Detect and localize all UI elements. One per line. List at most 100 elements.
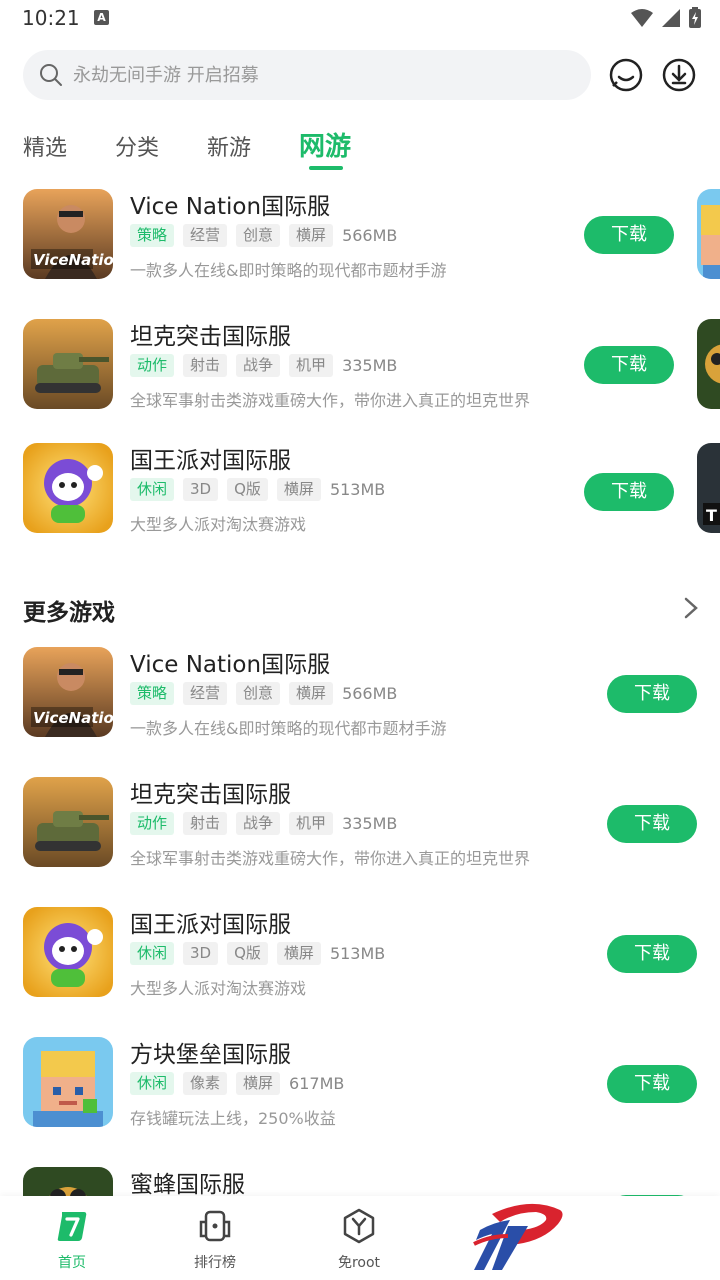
tab-categories[interactable]: 分类 (115, 130, 159, 162)
chevron-right-icon[interactable] (680, 596, 702, 620)
block-fortress-icon (23, 1037, 113, 1127)
tab-featured[interactable]: 精选 (23, 130, 67, 162)
featured-app-row[interactable]: ViceNation Vice Nation国际服 策略 经营 创意 横屏 56… (0, 189, 720, 299)
app-size: 617MB (289, 1073, 345, 1093)
app-name: 国王派对国际服 (130, 912, 291, 938)
tag: 机甲 (289, 353, 334, 377)
battery-icon (689, 7, 701, 28)
next-page-peek-shooter[interactable]: T (697, 443, 720, 533)
app-name: 坦克突击国际服 (130, 782, 291, 808)
download-button[interactable]: 下载 (584, 216, 674, 254)
tank-icon (23, 777, 113, 867)
download-button[interactable]: 下载 (607, 1065, 697, 1103)
tab-active-indicator (309, 166, 343, 170)
tag-list: 休闲 像素 横屏 617MB (130, 1071, 344, 1095)
tag: 机甲 (289, 811, 334, 835)
tag: 休闲 (130, 477, 175, 501)
featured-app-row[interactable]: 国王派对国际服 休闲 3D Q版 横屏 513MB 大型多人派对淘汰赛游戏 下载 (0, 443, 720, 553)
app-size: 566MB (342, 683, 398, 703)
tag: 横屏 (289, 223, 334, 247)
tag: 创意 (236, 681, 281, 705)
tag: 横屏 (236, 1071, 281, 1095)
tab-new-games[interactable]: 新游 (207, 130, 251, 162)
app-size: 335MB (342, 355, 398, 375)
app-description: 大型多人派对淘汰赛游戏 (130, 515, 307, 534)
list-item[interactable]: 坦克突击国际服 动作 射击 战争 机甲 335MB 全球军事射击类游戏重磅大作，… (0, 777, 720, 887)
tag: 经营 (183, 681, 228, 705)
next-page-peek-bee[interactable] (697, 319, 720, 409)
download-button[interactable]: 下载 (607, 805, 697, 843)
tag: 策略 (130, 223, 175, 247)
download-button[interactable]: 下载 (584, 346, 674, 384)
search-icon (40, 64, 62, 86)
download-button[interactable]: 下载 (584, 473, 674, 511)
tag: 动作 (130, 353, 175, 377)
tag: 策略 (130, 681, 175, 705)
nav-no-root[interactable]: 免root (314, 1208, 404, 1272)
nav-home[interactable]: 首页 (27, 1208, 117, 1272)
vice-nation-icon: ViceNation (23, 189, 113, 279)
app-description: 一款多人在线&即时策略的现代都市题材手游 (130, 719, 447, 738)
tag: 经营 (183, 223, 228, 247)
tag: 创意 (236, 223, 281, 247)
app-name: Vice Nation国际服 (130, 652, 331, 678)
svg-text:T: T (706, 506, 717, 525)
tag: 动作 (130, 811, 175, 835)
category-tabs: 精选 分类 新游 网游 (0, 120, 720, 176)
download-manager-icon[interactable] (662, 58, 696, 92)
app-name: 方块堡垒国际服 (130, 1042, 291, 1068)
download-button[interactable]: 下载 (607, 935, 697, 973)
nav-label: 首页 (58, 1255, 86, 1271)
home-icon (57, 1212, 87, 1241)
next-page-peek-block-fortress[interactable] (697, 189, 720, 279)
vice-nation-icon: ViceNation (23, 647, 113, 737)
tag-list: 休闲 3D Q版 横屏 513MB (130, 477, 385, 501)
no-root-icon (343, 1208, 375, 1244)
message-icon[interactable] (609, 58, 643, 92)
tag-list: 休闲 3D Q版 横屏 513MB (130, 941, 385, 965)
tag: 休闲 (130, 1071, 175, 1095)
tag-list: 动作 射击 战争 机甲 335MB (130, 811, 397, 835)
status-icons (630, 6, 702, 30)
search-input[interactable] (73, 64, 533, 86)
app-name: 蜜蜂国际服 (130, 1172, 245, 1198)
tag-list: 策略 经营 创意 横屏 566MB (130, 223, 397, 247)
download-button[interactable]: 下载 (607, 675, 697, 713)
nav-ranking[interactable]: 排行榜 (170, 1208, 260, 1272)
status-bar: 10:21 A (0, 0, 720, 40)
svg-text:ViceNation: ViceNation (33, 251, 113, 269)
tag: 横屏 (276, 941, 321, 965)
app-description: 大型多人派对淘汰赛游戏 (130, 979, 307, 998)
more-games-title: 更多游戏 (23, 600, 115, 626)
tag: 3D (183, 941, 219, 965)
wifi-icon (631, 9, 653, 27)
tag: 3D (183, 477, 219, 501)
brand-logo (473, 1203, 563, 1270)
tag: 像素 (183, 1071, 228, 1095)
king-party-icon (23, 443, 113, 533)
app-size: 513MB (329, 479, 386, 499)
tag: 横屏 (276, 477, 321, 501)
app-description: 存钱罐玩法上线，250%收益 (130, 1109, 336, 1128)
tag: 战争 (236, 353, 281, 377)
app-description: 一款多人在线&即时策略的现代都市题材手游 (130, 261, 447, 280)
app-description: 全球军事射击类游戏重磅大作，带你进入真正的坦克世界 (130, 849, 531, 868)
tank-icon (23, 319, 113, 409)
tag: 战争 (236, 811, 281, 835)
tag: 横屏 (289, 681, 334, 705)
app-size: 566MB (342, 225, 398, 245)
featured-app-row[interactable]: 坦克突击国际服 动作 射击 战争 机甲 335MB 全球军事射击类游戏重磅大作，… (0, 319, 720, 429)
signal-icon (662, 9, 680, 27)
list-item[interactable]: ViceNation Vice Nation国际服 策略 经营 创意 横屏 56… (0, 647, 720, 757)
nav-label: 免root (337, 1255, 381, 1271)
list-item[interactable]: 国王派对国际服 休闲 3D Q版 横屏 513MB 大型多人派对淘汰赛游戏 下载 (0, 907, 720, 1017)
app-description: 全球军事射击类游戏重磅大作，带你进入真正的坦克世界 (130, 391, 531, 410)
app-name: Vice Nation国际服 (130, 194, 331, 220)
search-bar[interactable] (23, 50, 591, 100)
list-item[interactable]: 方块堡垒国际服 休闲 像素 横屏 617MB 存钱罐玩法上线，250%收益 下载 (0, 1037, 720, 1147)
app-name: 国王派对国际服 (130, 448, 291, 474)
svg-text:ViceNation: ViceNation (33, 709, 113, 727)
bottom-navigation: 首页 排行榜 免root (0, 1196, 720, 1280)
tab-online-games[interactable]: 网游 (299, 126, 351, 163)
app-size: 335MB (342, 813, 398, 833)
